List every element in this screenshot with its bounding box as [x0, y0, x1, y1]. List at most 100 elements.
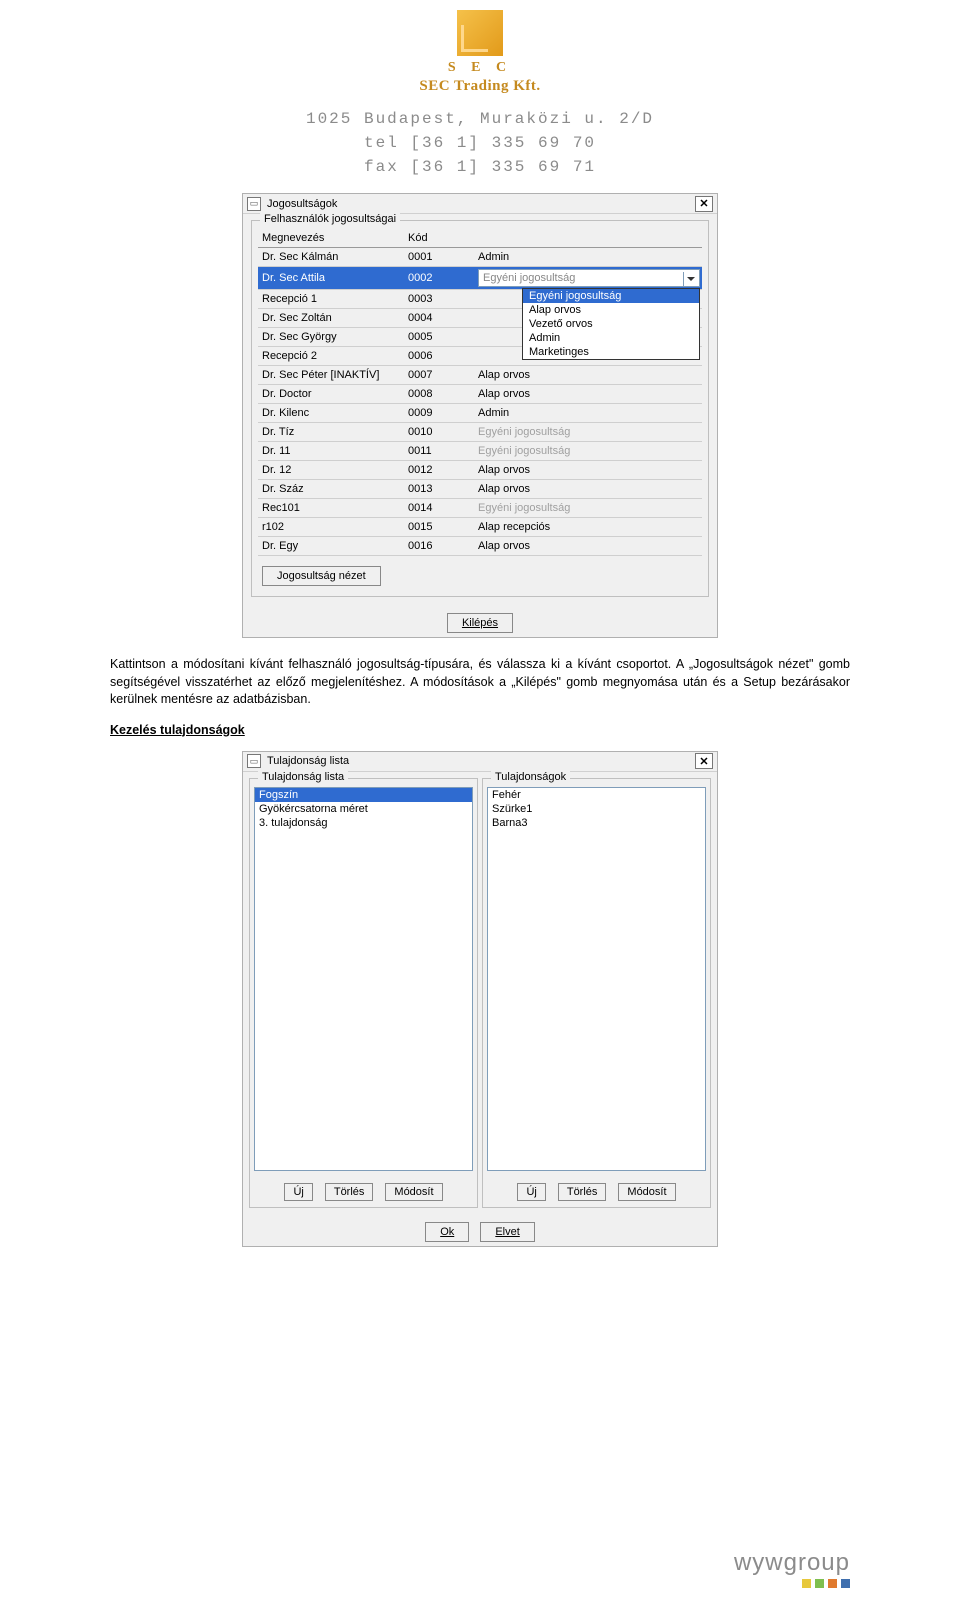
role-dropdown[interactable]: Egyéni jogosultság: [478, 269, 700, 287]
cell-name: Recepció 1: [258, 293, 408, 305]
table-row[interactable]: Dr. 110011Egyéni jogosultság: [258, 442, 702, 461]
new-button[interactable]: Új: [517, 1183, 545, 1201]
ok-button[interactable]: Ok: [425, 1222, 469, 1242]
cell-role[interactable]: Admin: [478, 407, 702, 419]
titlebar: ▭ Tulajdonság lista ✕: [243, 752, 717, 772]
cell-code: 0013: [408, 483, 478, 495]
view-permissions-button[interactable]: Jogosultság nézet: [262, 566, 381, 586]
tel-line: tel [36 1] 335 69 70: [110, 131, 850, 155]
col-code: Kód: [408, 232, 478, 244]
window-icon: ▭: [247, 197, 261, 211]
table-row[interactable]: Dr. Tíz0010Egyéni jogosultság: [258, 423, 702, 442]
cell-name: r102: [258, 521, 408, 533]
cell-name: Rec101: [258, 502, 408, 514]
cell-code: 0004: [408, 312, 478, 324]
list-item[interactable]: Szürke1: [488, 802, 705, 816]
window-title: Jogosultságok: [267, 198, 695, 210]
cell-role[interactable]: Egyéni jogosultság: [478, 445, 702, 457]
list-item[interactable]: Fogszín: [255, 788, 472, 802]
titlebar: ▭ Jogosultságok ✕: [243, 194, 717, 214]
cell-code: 0006: [408, 350, 478, 362]
pane-property-list: Tulajdonság lista FogszínGyökércsatorna …: [249, 778, 478, 1208]
exit-button[interactable]: Kilépés: [447, 613, 513, 633]
cell-code: 0010: [408, 426, 478, 438]
modify-button[interactable]: Módosít: [385, 1183, 442, 1201]
table-header: Megnevezés Kód: [258, 229, 702, 248]
cell-code: 0011: [408, 445, 478, 457]
table-row[interactable]: Dr. Egy0016Alap orvos: [258, 537, 702, 556]
cell-role[interactable]: Egyéni jogosultság: [478, 502, 702, 514]
close-button[interactable]: ✕: [695, 753, 713, 769]
brand-short: S E C: [419, 60, 540, 76]
cell-code: 0014: [408, 502, 478, 514]
pane2-legend: Tulajdonságok: [491, 771, 570, 783]
value-listbox[interactable]: FehérSzürke1Barna3: [487, 787, 706, 1171]
footer-dot: [815, 1579, 824, 1588]
cell-role[interactable]: Alap recepciós: [478, 521, 702, 533]
delete-button[interactable]: Törlés: [325, 1183, 374, 1201]
footer-dots: [0, 1579, 850, 1588]
cell-role[interactable]: Egyéni jogosultságEgyéni jogosultságAlap…: [478, 269, 702, 287]
table-row[interactable]: Dr. Sec Attila0002Egyéni jogosultságEgyé…: [258, 267, 702, 290]
modify-button[interactable]: Módosít: [618, 1183, 675, 1201]
users-table: Megnevezés Kód Dr. Sec Kálmán0001AdminDr…: [258, 229, 702, 556]
dropdown-option[interactable]: Vezető orvos: [523, 317, 699, 331]
cell-role[interactable]: Alap orvos: [478, 388, 702, 400]
table-row[interactable]: Dr. Doctor0008Alap orvos: [258, 385, 702, 404]
table-row[interactable]: Dr. Száz0013Alap orvos: [258, 480, 702, 499]
fax-line: fax [36 1] 335 69 71: [110, 155, 850, 179]
pane-property-values: Tulajdonságok FehérSzürke1Barna3 Új Törl…: [482, 778, 711, 1208]
logo-icon: [457, 10, 503, 56]
dropdown-option[interactable]: Egyéni jogosultság: [523, 289, 699, 303]
cell-code: 0008: [408, 388, 478, 400]
list-item[interactable]: Gyökércsatorna méret: [255, 802, 472, 816]
cell-role[interactable]: Admin: [478, 251, 702, 263]
dropdown-option[interactable]: Admin: [523, 331, 699, 345]
cell-name: Dr. Doctor: [258, 388, 408, 400]
list-item[interactable]: 3. tulajdonság: [255, 816, 472, 830]
cancel-button[interactable]: Elvet: [480, 1222, 534, 1242]
table-row[interactable]: Dr. 120012Alap orvos: [258, 461, 702, 480]
cell-role[interactable]: Alap orvos: [478, 464, 702, 476]
cell-code: 0002: [408, 272, 478, 284]
new-button[interactable]: Új: [284, 1183, 312, 1201]
footer-dot: [828, 1579, 837, 1588]
letterhead: S E C SEC Trading Kft. 1025 Budapest, Mu…: [110, 0, 850, 179]
table-row[interactable]: Dr. Sec Kálmán0001Admin: [258, 248, 702, 267]
cell-code: 0005: [408, 331, 478, 343]
cell-name: Recepció 2: [258, 350, 408, 362]
table-row[interactable]: Rec1010014Egyéni jogosultság: [258, 499, 702, 518]
permissions-window: ▭ Jogosultságok ✕ Felhasználók jogosults…: [242, 193, 718, 638]
footer: wywgroup: [0, 1549, 960, 1588]
users-legend: Felhasználók jogosultságai: [260, 213, 400, 225]
property-list-window: ▭ Tulajdonság lista ✕ Tulajdonság lista …: [242, 751, 718, 1247]
cell-name: Dr. 12: [258, 464, 408, 476]
cell-role[interactable]: Egyéni jogosultság: [478, 426, 702, 438]
role-dropdown-list[interactable]: Egyéni jogosultságAlap orvosVezető orvos…: [522, 288, 700, 360]
cell-role[interactable]: Alap orvos: [478, 540, 702, 552]
table-row[interactable]: Dr. Sec Péter [INAKTÍV]0007Alap orvos: [258, 366, 702, 385]
cell-role[interactable]: Alap orvos: [478, 483, 702, 495]
delete-button[interactable]: Törlés: [558, 1183, 607, 1201]
cell-code: 0007: [408, 369, 478, 381]
list-item[interactable]: Barna3: [488, 816, 705, 830]
cell-code: 0015: [408, 521, 478, 533]
table-row[interactable]: Dr. Kilenc0009Admin: [258, 404, 702, 423]
cell-name: Dr. Sec Zoltán: [258, 312, 408, 324]
close-button[interactable]: ✕: [695, 196, 713, 212]
list-item[interactable]: Fehér: [488, 788, 705, 802]
cell-role[interactable]: Alap orvos: [478, 369, 702, 381]
section-heading: Kezelés tulajdonságok: [110, 723, 850, 737]
address-block: 1025 Budapest, Muraközi u. 2/D tel [36 1…: [110, 107, 850, 179]
table-row[interactable]: r1020015Alap recepciós: [258, 518, 702, 537]
chevron-down-icon[interactable]: [683, 272, 697, 286]
logo-block: S E C SEC Trading Kft.: [419, 10, 540, 95]
brand-long: SEC Trading Kft.: [419, 78, 540, 95]
property-listbox[interactable]: FogszínGyökércsatorna méret3. tulajdonsá…: [254, 787, 473, 1171]
dropdown-option[interactable]: Alap orvos: [523, 303, 699, 317]
footer-dot: [841, 1579, 850, 1588]
address-line: 1025 Budapest, Muraközi u. 2/D: [110, 107, 850, 131]
dropdown-option[interactable]: Marketinges: [523, 345, 699, 359]
cell-name: Dr. Száz: [258, 483, 408, 495]
cell-code: 0012: [408, 464, 478, 476]
